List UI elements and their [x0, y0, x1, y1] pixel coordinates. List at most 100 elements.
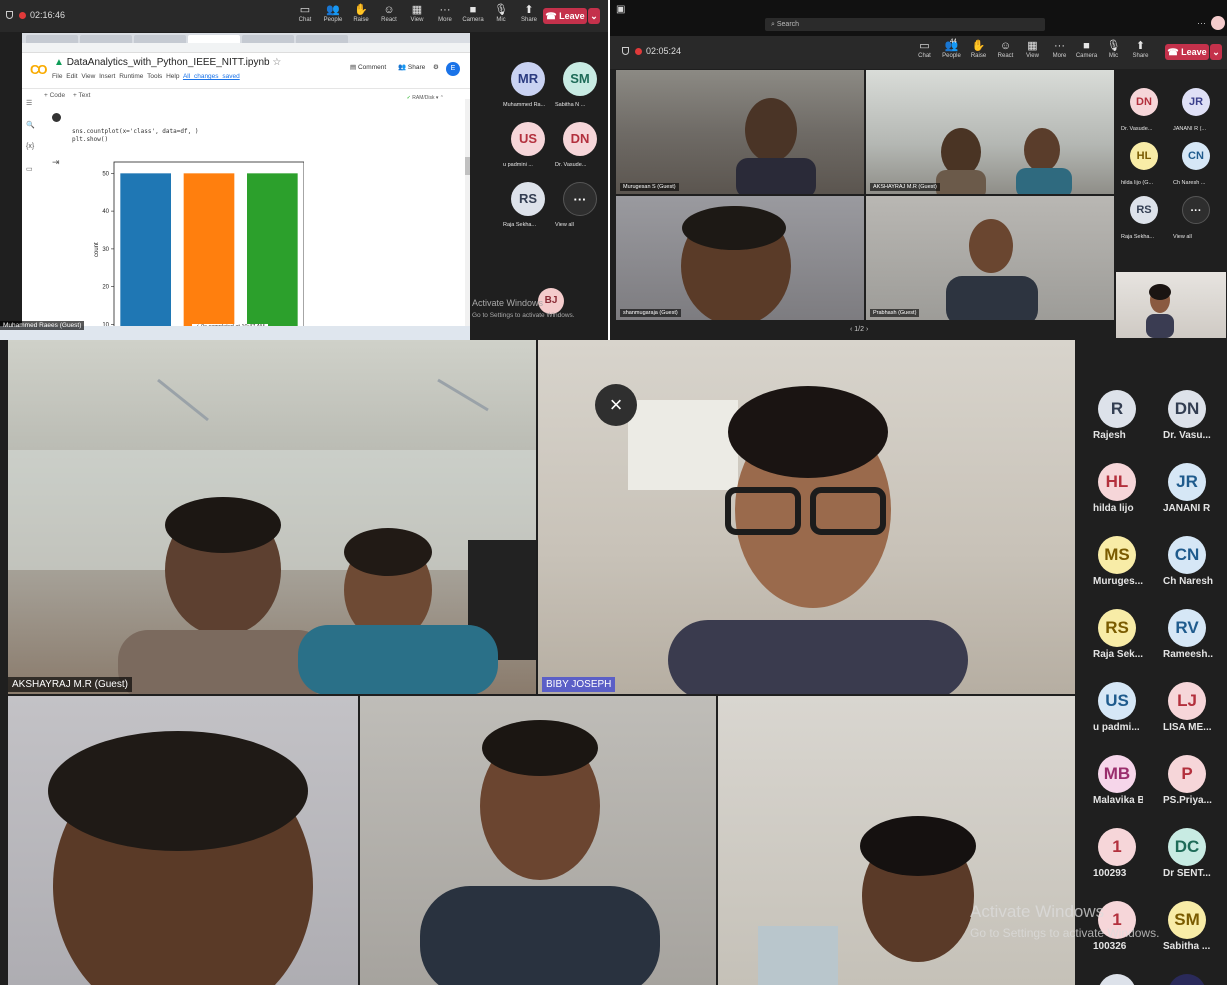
toolbar-raise-button[interactable]: ✋ Raise	[348, 3, 374, 23]
participant-avatar[interactable]: R	[1098, 390, 1136, 428]
gallery-pager[interactable]: ‹ 1/2 ›	[850, 326, 868, 333]
save-status-link[interactable]: All changes saved	[183, 73, 240, 80]
browser-tab[interactable]	[134, 35, 186, 43]
participant-avatar[interactable]: SM	[563, 62, 597, 96]
participant-avatar[interactable]: RS	[1098, 609, 1136, 647]
more-options-icon[interactable]: ···	[1197, 18, 1206, 28]
leave-dropdown-button[interactable]: ⌄	[1210, 44, 1222, 60]
account-avatar[interactable]: E	[446, 62, 460, 76]
browser-tab-active[interactable]	[188, 35, 240, 43]
video-tile[interactable]	[718, 696, 1075, 985]
notebook-title[interactable]: ▲ DataAnalytics_with_Python_IEEE_NITT.ip…	[54, 57, 281, 68]
participant-avatar[interactable]: S	[1098, 974, 1136, 985]
toolbar-more-button[interactable]: ··· More	[432, 3, 458, 23]
settings-icon[interactable]: ⚙	[433, 63, 439, 71]
participant-avatar[interactable]: CN	[1182, 142, 1210, 170]
participant-avatar[interactable]: RS	[1130, 196, 1158, 224]
toolbar-share-button[interactable]: ⬆ Share	[1128, 39, 1153, 59]
toolbar-mic-button[interactable]: 🎙 Mic	[488, 3, 514, 23]
menu-tools[interactable]: Tools	[147, 73, 162, 80]
toolbar-view-button[interactable]: ▦ View	[1020, 39, 1045, 59]
participant-avatar[interactable]: ···	[1182, 196, 1210, 224]
toolbar-camera-button[interactable]: ■ Camera	[460, 3, 486, 23]
participant-avatar[interactable]: HL	[1130, 142, 1158, 170]
comment-button[interactable]: ▤ Comment	[350, 63, 386, 71]
address-bar[interactable]	[22, 43, 470, 53]
video-tile[interactable]: AKSHAYRAJ M.R (Guest)	[866, 70, 1114, 194]
participant-avatar[interactable]: MB	[1098, 755, 1136, 793]
leave-dropdown-button[interactable]: ⌄	[588, 8, 600, 24]
participant-avatar[interactable]: RV	[1168, 609, 1206, 647]
participant-avatar[interactable]: MS	[1098, 536, 1136, 574]
participant-avatar[interactable]: DN	[1130, 88, 1158, 116]
close-icon[interactable]: ×	[595, 384, 637, 426]
participant-avatar[interactable]: HL	[1098, 463, 1136, 501]
toolbar-camera-button[interactable]: ■ Camera	[1074, 39, 1099, 59]
participant-avatar[interactable]: DN	[1168, 390, 1206, 428]
participant-avatar[interactable]: US	[511, 122, 545, 156]
toolbar-react-button[interactable]: ☺ React	[993, 39, 1018, 59]
participant-avatar[interactable]: JR	[1182, 88, 1210, 116]
participant-avatar[interactable]: RS	[511, 182, 545, 216]
browser-tab[interactable]	[26, 35, 78, 43]
toolbar-react-button[interactable]: ☺ React	[376, 3, 402, 23]
participant-avatar[interactable]: MR	[511, 62, 545, 96]
profile-avatar[interactable]	[1211, 16, 1225, 30]
menu-file[interactable]: File	[52, 73, 62, 80]
leave-button[interactable]: ☎ Leave	[1165, 44, 1209, 60]
participant-avatar[interactable]: JR	[1168, 463, 1206, 501]
share-notebook-button[interactable]: 👥 Share	[398, 63, 425, 71]
toc-icon[interactable]: ☰	[26, 99, 40, 121]
ram-disk-indicator[interactable]: ✓ RAM/Disk ▾ ⌃	[407, 91, 444, 105]
star-icon[interactable]: ☆	[272, 57, 281, 68]
participant-avatar[interactable]: DC	[1168, 828, 1206, 866]
participant-avatar[interactable]: CN	[1168, 536, 1206, 574]
menu-edit[interactable]: Edit	[66, 73, 77, 80]
add-text-button[interactable]: + Text	[73, 92, 90, 99]
toolbar-people-button[interactable]: 👥 People	[320, 3, 346, 23]
video-tile[interactable]: Prabhash (Guest)	[866, 196, 1114, 320]
files-icon[interactable]: ▭	[26, 165, 40, 187]
video-tile[interactable]: AKSHAYRAJ M.R (Guest)	[8, 340, 536, 694]
participant-avatar[interactable]: P	[1168, 755, 1206, 793]
search-input[interactable]: ⌕ Search	[765, 18, 1045, 31]
toolbar-raise-button[interactable]: ✋ Raise	[966, 39, 991, 59]
toolbar-mic-button[interactable]: 🎙 Mic	[1101, 39, 1126, 59]
menu-runtime[interactable]: Runtime	[119, 73, 143, 80]
participant-avatar[interactable]: DN	[563, 122, 597, 156]
participant-avatar[interactable]: +27	[1168, 974, 1206, 985]
browser-tab[interactable]	[296, 35, 348, 43]
output-icon[interactable]: ⇥	[52, 157, 60, 168]
video-tile[interactable]	[8, 696, 358, 985]
participant-avatar[interactable]: SM	[1168, 901, 1206, 939]
toolbar-more-button[interactable]: ··· More	[1047, 39, 1072, 59]
run-cell-button[interactable]	[52, 113, 61, 122]
video-tile[interactable]	[360, 696, 716, 985]
participant-avatar[interactable]: 1	[1098, 828, 1136, 866]
leave-button[interactable]: ☎ Leave	[543, 8, 587, 24]
toolbar-chat-button[interactable]: ▭ Chat	[912, 39, 937, 59]
video-tile[interactable]: × BIBY JOSEPH	[538, 340, 1075, 694]
meeting-screenshare-panel: 02:16:46 ▭ Chat 👥 People ✋ Raise ☺ React ▦ View ··…	[0, 0, 608, 340]
notebook-scrollbar[interactable]	[465, 99, 470, 329]
browser-tab[interactable]	[242, 35, 294, 43]
menu-help[interactable]: Help	[166, 73, 179, 80]
menu-insert[interactable]: Insert	[99, 73, 115, 80]
browser-tab[interactable]	[80, 35, 132, 43]
participant-avatar[interactable]: LJ	[1168, 682, 1206, 720]
video-tile[interactable]: shanmugaraja (Guest)	[616, 196, 864, 320]
code-cell[interactable]: sns.countplot(x='class', data=df, ) plt.s…	[72, 128, 198, 144]
variables-icon[interactable]: {x}	[26, 143, 40, 165]
search-icon[interactable]: 🔍	[26, 121, 40, 143]
toolbar-share-button[interactable]: ⬆ Share	[516, 3, 542, 23]
participant-avatar[interactable]: US	[1098, 682, 1136, 720]
toolbar-view-button[interactable]: ▦ View	[404, 3, 430, 23]
toolbar-chat-button[interactable]: ▭ Chat	[292, 3, 318, 23]
video-tile[interactable]: Murugesan S (Guest)	[616, 70, 864, 194]
bar	[183, 173, 235, 332]
participant-name: Dr SENT...	[1163, 868, 1211, 879]
self-view-tile[interactable]	[1116, 272, 1226, 338]
participant-avatar[interactable]: ···	[563, 182, 597, 216]
add-code-button[interactable]: + Code	[44, 92, 65, 99]
menu-view[interactable]: View	[81, 73, 95, 80]
